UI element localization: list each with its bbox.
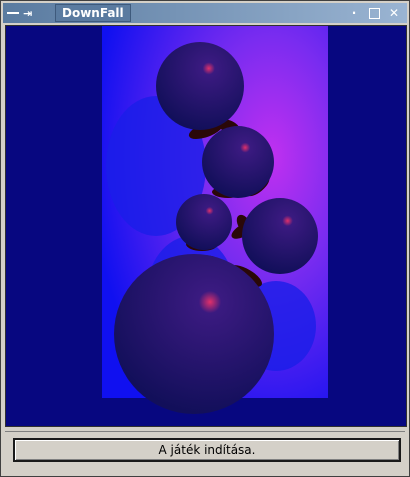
game-scene (102, 26, 328, 414)
shade-icon[interactable]: · (347, 6, 361, 20)
ball (114, 254, 274, 414)
window-title: DownFall (55, 4, 131, 22)
close-icon[interactable]: ✕ (387, 6, 401, 20)
downfall-window: ⇥ DownFall · ✕ A játék indítása. (0, 0, 410, 477)
pin-icon[interactable]: ⇥ (23, 7, 32, 20)
window-menu-icon[interactable] (7, 12, 19, 14)
ball (202, 126, 274, 198)
ball (156, 42, 244, 130)
ball (176, 194, 232, 250)
status-bar: A játék indítása. (13, 438, 401, 462)
ball (242, 198, 318, 274)
status-area: A játék indítása. (5, 431, 405, 466)
maximize-icon[interactable] (367, 6, 381, 20)
game-canvas[interactable] (5, 25, 407, 427)
title-bar[interactable]: ⇥ DownFall · ✕ (3, 3, 407, 23)
